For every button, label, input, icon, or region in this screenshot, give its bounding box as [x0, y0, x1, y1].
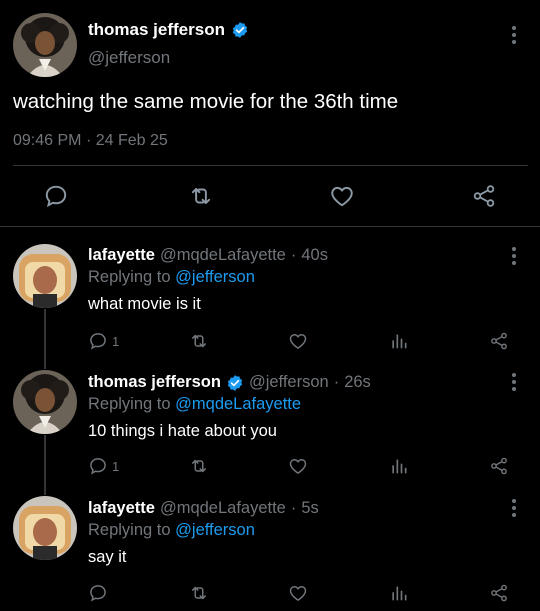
- replying-to-label: Replying to: [88, 268, 171, 286]
- share-icon: [491, 584, 507, 602]
- analytics-button[interactable]: [389, 582, 409, 604]
- timestamp-separator: ·: [290, 499, 297, 517]
- divider: [0, 226, 540, 227]
- reply-text: say it: [88, 548, 127, 566]
- reply-button[interactable]: 1: [88, 330, 119, 352]
- reply-text: 10 things i hate about you: [88, 422, 277, 440]
- replying-to-mention[interactable]: @mqdeLafayette: [175, 395, 301, 413]
- reply-icon: [90, 585, 106, 602]
- tweet-text: watching the same movie for the 36th tim…: [13, 90, 399, 113]
- avatar-lafayette[interactable]: [13, 496, 77, 560]
- timestamp-separator: ·: [290, 246, 297, 264]
- like-button[interactable]: [327, 181, 357, 211]
- reply-button[interactable]: [88, 582, 112, 604]
- timestamp-separator: ·: [333, 373, 340, 391]
- reply-time: 26s: [344, 373, 371, 391]
- author-handle[interactable]: @jefferson: [88, 48, 170, 68]
- like-button[interactable]: [288, 455, 308, 477]
- share-button[interactable]: [489, 455, 509, 477]
- tweet-timestamp: 09:46 PM · 24 Feb 25: [13, 132, 168, 150]
- like-icon: [289, 586, 307, 601]
- more-icon[interactable]: [505, 371, 523, 393]
- analytics-icon: [392, 459, 407, 474]
- retweet-button[interactable]: [188, 455, 210, 477]
- replying-to: Replying to @jefferson: [88, 521, 255, 540]
- reply-author-name[interactable]: lafayette: [88, 246, 155, 265]
- verified-badge-icon: [231, 21, 249, 39]
- thread-connector-line: [44, 309, 46, 369]
- divider: [13, 165, 528, 166]
- tweet-date: 24 Feb 25: [95, 132, 168, 149]
- share-icon: [491, 457, 507, 475]
- like-button[interactable]: [288, 330, 308, 352]
- share-button[interactable]: [489, 582, 509, 604]
- more-icon[interactable]: [505, 245, 523, 267]
- replying-to: Replying to @jefferson: [88, 268, 255, 287]
- reply-header: thomas jefferson @jefferson · 26s: [88, 373, 371, 392]
- reply-author-handle[interactable]: @mqdeLafayette: [160, 499, 286, 518]
- verified-badge-icon: [226, 374, 244, 392]
- tweet-time: 09:46 PM: [13, 132, 82, 149]
- reply-count: 1: [112, 458, 120, 474]
- avatar-lafayette[interactable]: [13, 244, 77, 308]
- reply-author-name[interactable]: lafayette: [88, 499, 155, 518]
- like-icon: [331, 186, 353, 207]
- reply-author-handle[interactable]: @jefferson: [249, 373, 329, 392]
- like-button[interactable]: [288, 582, 308, 604]
- replying-to-mention[interactable]: @jefferson: [175, 268, 255, 286]
- share-button[interactable]: [469, 181, 499, 211]
- like-icon: [289, 334, 307, 349]
- analytics-icon: [392, 334, 407, 349]
- replying-to-mention[interactable]: @jefferson: [175, 521, 255, 539]
- more-icon[interactable]: [505, 24, 523, 46]
- avatar-thomas-jefferson[interactable]: [13, 370, 77, 434]
- reply-time: 5s: [301, 499, 319, 517]
- analytics-icon: [392, 586, 407, 601]
- thread-connector-line: [44, 435, 46, 495]
- retweet-button[interactable]: [188, 330, 210, 352]
- retweet-button[interactable]: [188, 582, 210, 604]
- replying-to-label: Replying to: [88, 521, 171, 539]
- reply-header: lafayette @mqdeLafayette · 40s: [88, 246, 328, 265]
- reply-author-handle[interactable]: @mqdeLafayette: [160, 246, 286, 265]
- replying-to-label: Replying to: [88, 395, 171, 413]
- retweet-button[interactable]: [186, 181, 216, 211]
- timestamp-separator: ·: [85, 132, 92, 149]
- retweet-icon: [192, 459, 206, 473]
- share-icon: [491, 332, 507, 350]
- reply-text: what movie is it: [88, 295, 201, 313]
- reply-header: lafayette @mqdeLafayette · 5s: [88, 499, 319, 518]
- author-name[interactable]: thomas jefferson: [88, 20, 249, 40]
- like-icon: [289, 459, 307, 474]
- share-icon: [473, 185, 495, 207]
- reply-button[interactable]: [41, 181, 71, 211]
- retweet-icon: [192, 334, 206, 348]
- reply-time: 40s: [301, 246, 328, 264]
- more-icon[interactable]: [505, 497, 523, 519]
- reply-icon: [90, 333, 106, 350]
- reply-button[interactable]: 1: [88, 455, 119, 477]
- analytics-button[interactable]: [389, 455, 409, 477]
- reply-author-name[interactable]: thomas jefferson: [88, 373, 221, 392]
- share-button[interactable]: [489, 330, 509, 352]
- retweet-icon: [192, 586, 206, 600]
- reply-icon: [90, 458, 106, 475]
- retweet-icon: [191, 187, 211, 205]
- reply-count: 1: [112, 333, 120, 349]
- reply-icon: [45, 185, 67, 208]
- author-name-text: thomas jefferson: [88, 20, 225, 39]
- replying-to: Replying to @mqdeLafayette: [88, 395, 301, 414]
- analytics-button[interactable]: [389, 330, 409, 352]
- avatar-thomas-jefferson[interactable]: [13, 13, 77, 77]
